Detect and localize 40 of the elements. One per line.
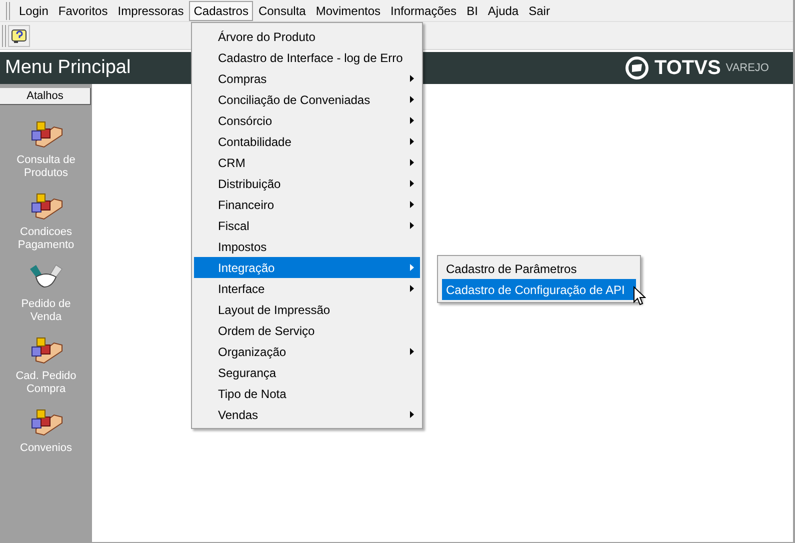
dropdown-item[interactable]: Contabilidade xyxy=(194,131,420,152)
menu-item[interactable]: Login xyxy=(14,0,54,20)
dropdown-item[interactable]: Compras xyxy=(194,68,420,89)
menu-item[interactable]: Ajuda xyxy=(482,0,524,20)
dropdown-item[interactable]: Cadastro de Interface - log de Erro xyxy=(194,47,420,68)
dropdown-item[interactable]: Consórcio xyxy=(194,110,420,131)
toolbar-grip xyxy=(6,2,10,20)
sidebar-tab[interactable]: Atalhos xyxy=(0,88,91,105)
submenu-item[interactable]: Cadastro de Configuração de API xyxy=(442,279,636,300)
menu-item[interactable]: Favoritos xyxy=(53,0,113,20)
logo-product: VAREJO xyxy=(726,60,769,76)
dropdown-item[interactable]: Impostos xyxy=(194,236,420,257)
dropdown-item[interactable]: Vendas xyxy=(194,404,420,425)
menu-item[interactable]: Sair xyxy=(524,0,555,20)
menu-item[interactable]: Consulta xyxy=(253,0,311,20)
dropdown-item[interactable]: Tipo de Nota xyxy=(194,383,420,404)
menu-item[interactable]: Cadastros xyxy=(188,0,254,20)
logo-brand: TOTVS xyxy=(654,56,721,81)
dropdown-item[interactable]: Conciliação de Conveniadas xyxy=(194,89,420,110)
help-icon xyxy=(11,28,27,44)
menu-item[interactable]: BI xyxy=(462,0,483,20)
logo-icon xyxy=(625,56,650,80)
dropdown-item[interactable]: CRM xyxy=(194,152,420,173)
toolbar-grip xyxy=(2,24,6,46)
menu-item[interactable]: Impressoras xyxy=(112,0,189,20)
help-button[interactable] xyxy=(8,24,30,46)
dropdown-item[interactable]: Financeiro xyxy=(194,194,420,215)
dropdown-item[interactable]: Organização xyxy=(194,341,420,362)
dropdown-item[interactable]: Integração xyxy=(194,257,420,278)
dropdown-item[interactable]: Fiscal xyxy=(194,215,420,236)
dropdown-item[interactable]: Ordem de Serviço xyxy=(194,320,420,341)
dropdown-item[interactable]: Interface xyxy=(194,278,420,299)
dropdown-item[interactable]: Layout de Impressão xyxy=(194,299,420,320)
mouse-cursor-icon xyxy=(633,286,646,306)
submenu-item[interactable]: Cadastro de Parâmetros xyxy=(442,258,636,279)
header-title: Menu Principal xyxy=(5,56,131,80)
dropdown-item[interactable]: Segurança xyxy=(194,362,420,383)
dropdown-item[interactable]: Distribuição xyxy=(194,173,420,194)
menu-item[interactable]: Movimentos xyxy=(310,0,386,20)
menu-item[interactable]: Informações xyxy=(386,0,462,20)
